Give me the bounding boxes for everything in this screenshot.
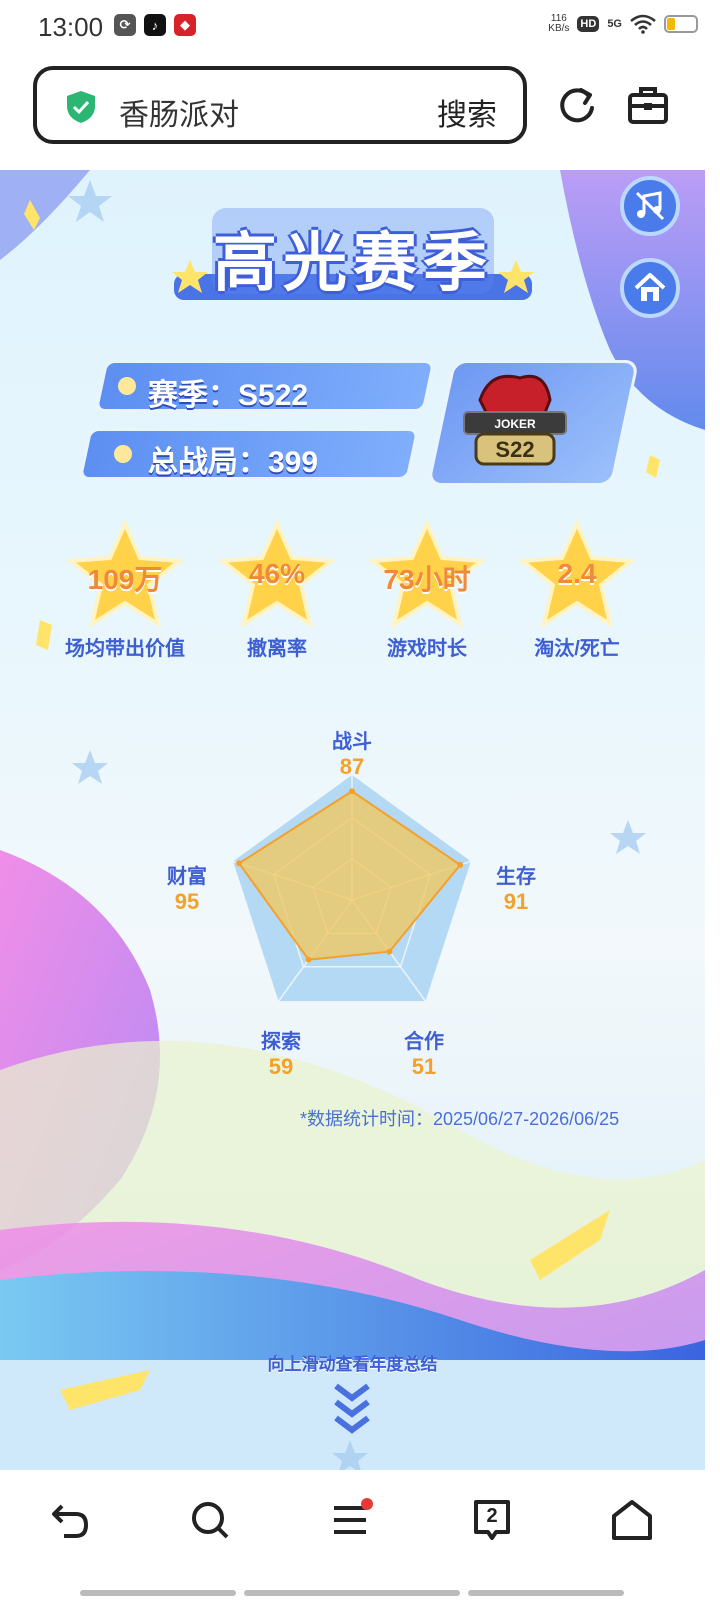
stat-avg-value: 109万 场均带出价值	[60, 519, 190, 661]
title-banner: 高光赛季	[168, 200, 538, 304]
shield-check-icon	[67, 91, 95, 123]
stat-label: 游戏时长	[387, 638, 467, 660]
stat-value: 109万	[87, 564, 163, 595]
swipe-down-chevrons-icon[interactable]	[332, 1380, 372, 1440]
stat-star: 109万	[65, 519, 185, 630]
hd-icon: HD	[577, 16, 600, 32]
season-info: 赛季：S522	[148, 370, 308, 414]
page-title: 高光赛季	[213, 227, 493, 299]
total-games-label: 总战局：	[148, 446, 268, 479]
battery-level: 25	[674, 16, 688, 30]
status-notification-icons: ⟳ ♪ ◆	[114, 14, 196, 36]
total-games-value: 399	[268, 446, 319, 479]
badge-season: S22	[495, 437, 534, 462]
tabs-button[interactable]: 2	[470, 1498, 514, 1542]
network-speed: 116 KB/s	[548, 14, 569, 34]
gesture-handle	[468, 1590, 624, 1596]
music-toggle-button[interactable]	[620, 176, 680, 236]
stat-value: 73小时	[383, 564, 471, 595]
radar-point	[305, 956, 312, 963]
radar-label-cooperation: 合作 51	[394, 1025, 454, 1080]
wifi-icon	[630, 14, 656, 34]
stat-label: 淘汰/死亡	[534, 638, 620, 660]
tiktok-icon: ♪	[144, 14, 166, 36]
toolbox-icon[interactable]	[626, 84, 670, 128]
radar-axis-value: 87	[339, 754, 365, 779]
signal-icon: 5G	[607, 18, 622, 30]
radar-label-exploration: 探索 59	[251, 1025, 311, 1080]
stat-label: 场均带出价值	[65, 638, 185, 660]
game-page: 高光赛季 赛季：S522 总战局：399 JOKER S22 109万 场均带出…	[0, 170, 705, 1470]
stat-star: 46%	[217, 519, 337, 630]
bottom-nav: 2	[0, 1470, 720, 1605]
game-notification-icon: ◆	[174, 14, 196, 36]
home-icon	[634, 273, 666, 301]
status-time: 13:00	[38, 12, 104, 42]
radar-axis-name: 战斗	[332, 731, 372, 753]
swipe-up-tip[interactable]: 向上滑动查看年度总结	[0, 1350, 705, 1375]
season-label: 赛季：	[148, 379, 238, 412]
radar-axis-value: 91	[503, 889, 529, 914]
search-box[interactable]: 香肠派对 搜索	[33, 66, 527, 144]
radar-axis-name: 财富	[167, 866, 207, 888]
radar-axis-name: 探索	[261, 1031, 301, 1053]
tabs-count: 2	[486, 1505, 498, 1527]
season-value: S522	[238, 379, 309, 412]
browser-toolbar: 香肠派对 搜索	[0, 56, 720, 170]
stat-star: 73小时	[367, 519, 487, 630]
radar-axis-name: 合作	[404, 1031, 444, 1053]
total-dot-icon	[114, 445, 132, 463]
battery-icon: 25	[664, 15, 698, 33]
stat-period-note: *数据统计时间：2025/06/27-2026/06/25	[300, 1109, 620, 1129]
stat-star: 2.4	[517, 519, 637, 630]
stat-kd-ratio: 2.4 淘汰/死亡	[512, 519, 642, 661]
total-games-info: 总战局：399	[148, 437, 318, 481]
search-icon[interactable]	[188, 1498, 232, 1542]
app-notification-icon: ⟳	[114, 14, 136, 36]
status-right-icons: 116 KB/s HD 5G 25	[548, 14, 698, 34]
stat-value: 46%	[248, 558, 306, 589]
radar-chart	[232, 775, 472, 1002]
badge-text: JOKER	[494, 417, 536, 431]
radar-label-combat: 战斗 87	[322, 725, 382, 780]
music-off-icon	[635, 191, 665, 221]
joker-rank-badge-icon: JOKER S22	[463, 374, 567, 466]
radar-axis-value: 59	[268, 1054, 294, 1079]
radar-point	[386, 948, 393, 955]
home-button[interactable]	[620, 258, 680, 318]
refresh-icon[interactable]	[555, 84, 599, 128]
notification-dot	[361, 1498, 373, 1510]
menu-icon[interactable]	[330, 1498, 374, 1542]
radar-point	[236, 860, 243, 867]
radar-label-wealth: 财富 95	[157, 860, 217, 915]
stat-label: 撤离率	[247, 638, 307, 660]
stat-value: 2.4	[557, 558, 597, 589]
gesture-handle	[80, 1590, 236, 1596]
stat-extraction-rate: 46% 撤离率	[212, 519, 342, 661]
season-dot-icon	[118, 377, 136, 395]
radar-point	[349, 788, 355, 795]
network-speed-unit: KB/s	[548, 23, 570, 34]
back-icon[interactable]	[48, 1498, 92, 1542]
radar-label-survival: 生存 91	[486, 860, 546, 915]
search-button[interactable]: 搜索	[437, 90, 497, 134]
radar-axis-name: 生存	[496, 866, 536, 888]
home-nav-icon[interactable]	[610, 1498, 654, 1542]
stat-play-time: 73小时 游戏时长	[362, 519, 492, 661]
radar-axis-value: 95	[174, 889, 200, 914]
radar-point	[457, 861, 464, 868]
status-bar: 13:00 ⟳ ♪ ◆ 116 KB/s HD 5G 25	[0, 0, 720, 56]
search-input[interactable]: 香肠派对	[119, 90, 239, 134]
gesture-handle	[244, 1590, 460, 1596]
radar-axis-value: 51	[411, 1054, 437, 1079]
